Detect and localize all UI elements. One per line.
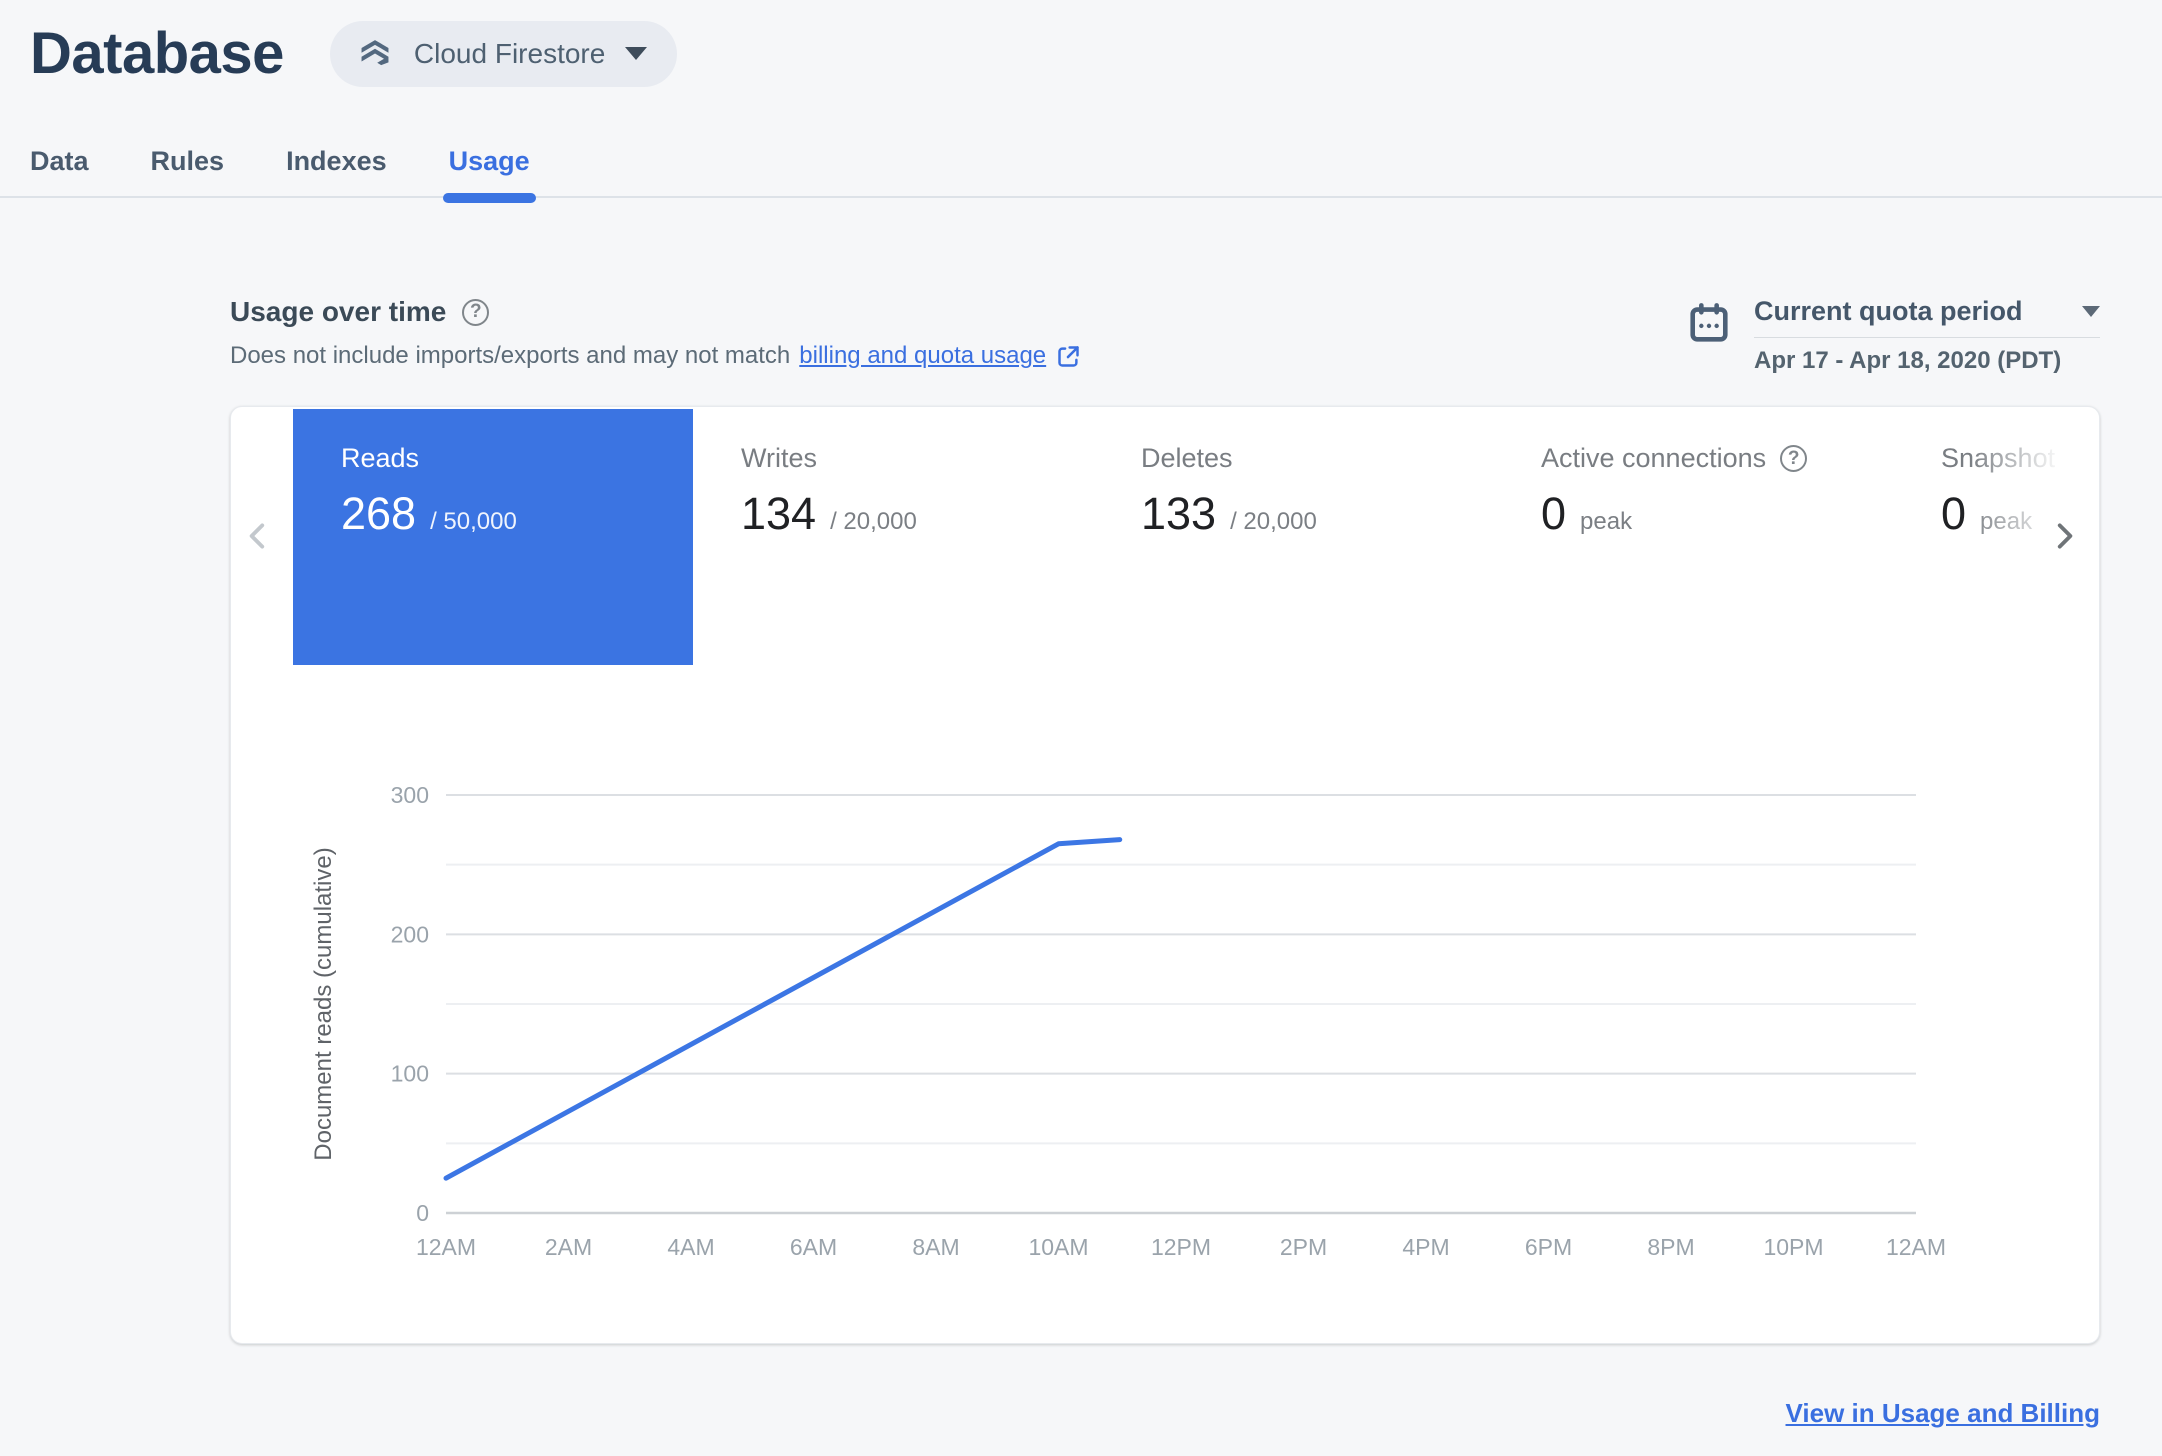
quota-period-value: Apr 17 - Apr 18, 2020 (PDT) xyxy=(1754,347,2062,374)
metric-value: 0 xyxy=(1941,488,1967,539)
x-tick-label: 10AM xyxy=(1028,1234,1088,1260)
metric-value: 0 xyxy=(1541,488,1567,539)
chevron-down-icon xyxy=(2082,306,2100,317)
help-icon[interactable]: ? xyxy=(1780,445,1808,472)
y-tick-label: 300 xyxy=(391,782,429,808)
quota-divider xyxy=(1754,337,2100,338)
x-tick-label: 10PM xyxy=(1763,1234,1823,1260)
metric-suffix: peak xyxy=(1980,508,2033,535)
view-usage-billing-link[interactable]: View in Usage and Billing xyxy=(1786,1398,2100,1429)
chevron-left-icon[interactable] xyxy=(241,519,275,556)
subtitle-text: Does not include imports/exports and may… xyxy=(230,342,791,369)
metric-label: Snapshot listeners xyxy=(1941,443,2099,473)
page-title: Database xyxy=(30,21,284,86)
metric-tile-reads[interactable]: Reads 268 / 50,000 xyxy=(293,409,693,665)
metric-tiles: Reads 268 / 50,000 Writes 134 / 20,000 D… xyxy=(231,409,2099,665)
metric-label: Active connections xyxy=(1541,443,1767,473)
metric-value: 268 xyxy=(341,488,417,539)
tab-indexes[interactable]: Indexes xyxy=(286,138,387,196)
y-tick-label: 200 xyxy=(391,921,429,947)
x-tick-label: 12AM xyxy=(1886,1234,1946,1260)
y-axis-title: Document reads (cumulative) xyxy=(310,847,337,1160)
x-tick-label: 8AM xyxy=(912,1234,959,1260)
tab-data[interactable]: Data xyxy=(30,138,89,196)
chevron-down-icon xyxy=(625,47,648,60)
product-selector-label: Cloud Firestore xyxy=(413,37,606,69)
y-tick-label: 0 xyxy=(416,1200,429,1226)
metric-suffix: peak xyxy=(1580,508,1633,535)
metric-label: Reads xyxy=(341,443,420,473)
x-tick-label: 2AM xyxy=(545,1234,592,1260)
y-tick-label: 100 xyxy=(391,1061,429,1087)
calendar-icon xyxy=(1686,300,1732,346)
metric-value: 133 xyxy=(1141,488,1217,539)
tab-usage[interactable]: Usage xyxy=(442,138,536,203)
metric-label: Deletes xyxy=(1141,443,1233,473)
tab-bar: Data Rules Indexes Usage xyxy=(0,138,2162,203)
metric-label: Writes xyxy=(741,443,818,473)
billing-and-quota-usage-link[interactable]: billing and quota usage xyxy=(799,342,1046,370)
x-tick-label: 12PM xyxy=(1151,1234,1211,1260)
metric-value: 134 xyxy=(741,488,817,539)
metric-suffix: / 50,000 xyxy=(430,508,517,535)
page-header: Database Cloud Firestore xyxy=(30,20,678,87)
quota-period-cluster: Current quota period Apr 17 - Apr 18, 20… xyxy=(1686,296,2100,375)
tab-label: Indexes xyxy=(286,146,387,176)
x-tick-label: 6AM xyxy=(790,1234,837,1260)
quota-period-selector[interactable]: Current quota period xyxy=(1754,296,2100,337)
usage-line-chart: 0 100 200 300 12AM 2AM 4AM 6AM 8AM 10AM 12PM 2PM 4PM… xyxy=(310,782,1946,1260)
metric-tile-deletes[interactable]: Deletes 133 / 20,000 xyxy=(1093,409,1493,665)
quota-period-box: Current quota period Apr 17 - Apr 18, 20… xyxy=(1754,296,2100,375)
x-tick-label: 8PM xyxy=(1647,1234,1694,1260)
active-tab-indicator xyxy=(442,193,536,203)
help-icon[interactable]: ? xyxy=(462,298,490,326)
tab-label: Rules xyxy=(150,146,225,176)
x-tick-label: 6PM xyxy=(1525,1234,1572,1260)
chevron-right-icon[interactable] xyxy=(2047,519,2081,556)
metric-tile-active-connections[interactable]: Active connections ? 0 peak xyxy=(1493,409,1893,665)
firestore-icon xyxy=(356,35,394,73)
metric-suffix: / 20,000 xyxy=(1230,508,1317,535)
x-tick-label: 4PM xyxy=(1402,1234,1449,1260)
x-tick-label: 12AM xyxy=(416,1234,476,1260)
usage-section-left: Usage over time ? Does not include impor… xyxy=(230,296,1082,375)
x-tick-label: 2PM xyxy=(1280,1234,1327,1260)
x-tick-label: 4AM xyxy=(667,1234,714,1260)
section-subtitle: Does not include imports/exports and may… xyxy=(230,342,1082,370)
section-title: Usage over time xyxy=(230,296,447,327)
usage-card: Reads 268 / 50,000 Writes 134 / 20,000 D… xyxy=(230,406,2100,1344)
tab-label: Data xyxy=(30,146,89,176)
quota-period-label: Current quota period xyxy=(1754,296,2023,326)
usage-section-header: Usage over time ? Does not include impor… xyxy=(230,296,2100,375)
reads-series-line xyxy=(443,837,1123,1181)
external-link-icon[interactable] xyxy=(1055,343,1082,370)
metric-suffix: / 20,000 xyxy=(830,508,917,535)
metric-tile-writes[interactable]: Writes 134 / 20,000 xyxy=(693,409,1093,665)
product-selector[interactable]: Cloud Firestore xyxy=(329,20,678,87)
tab-label: Usage xyxy=(448,146,530,176)
tab-rules[interactable]: Rules xyxy=(151,138,225,196)
